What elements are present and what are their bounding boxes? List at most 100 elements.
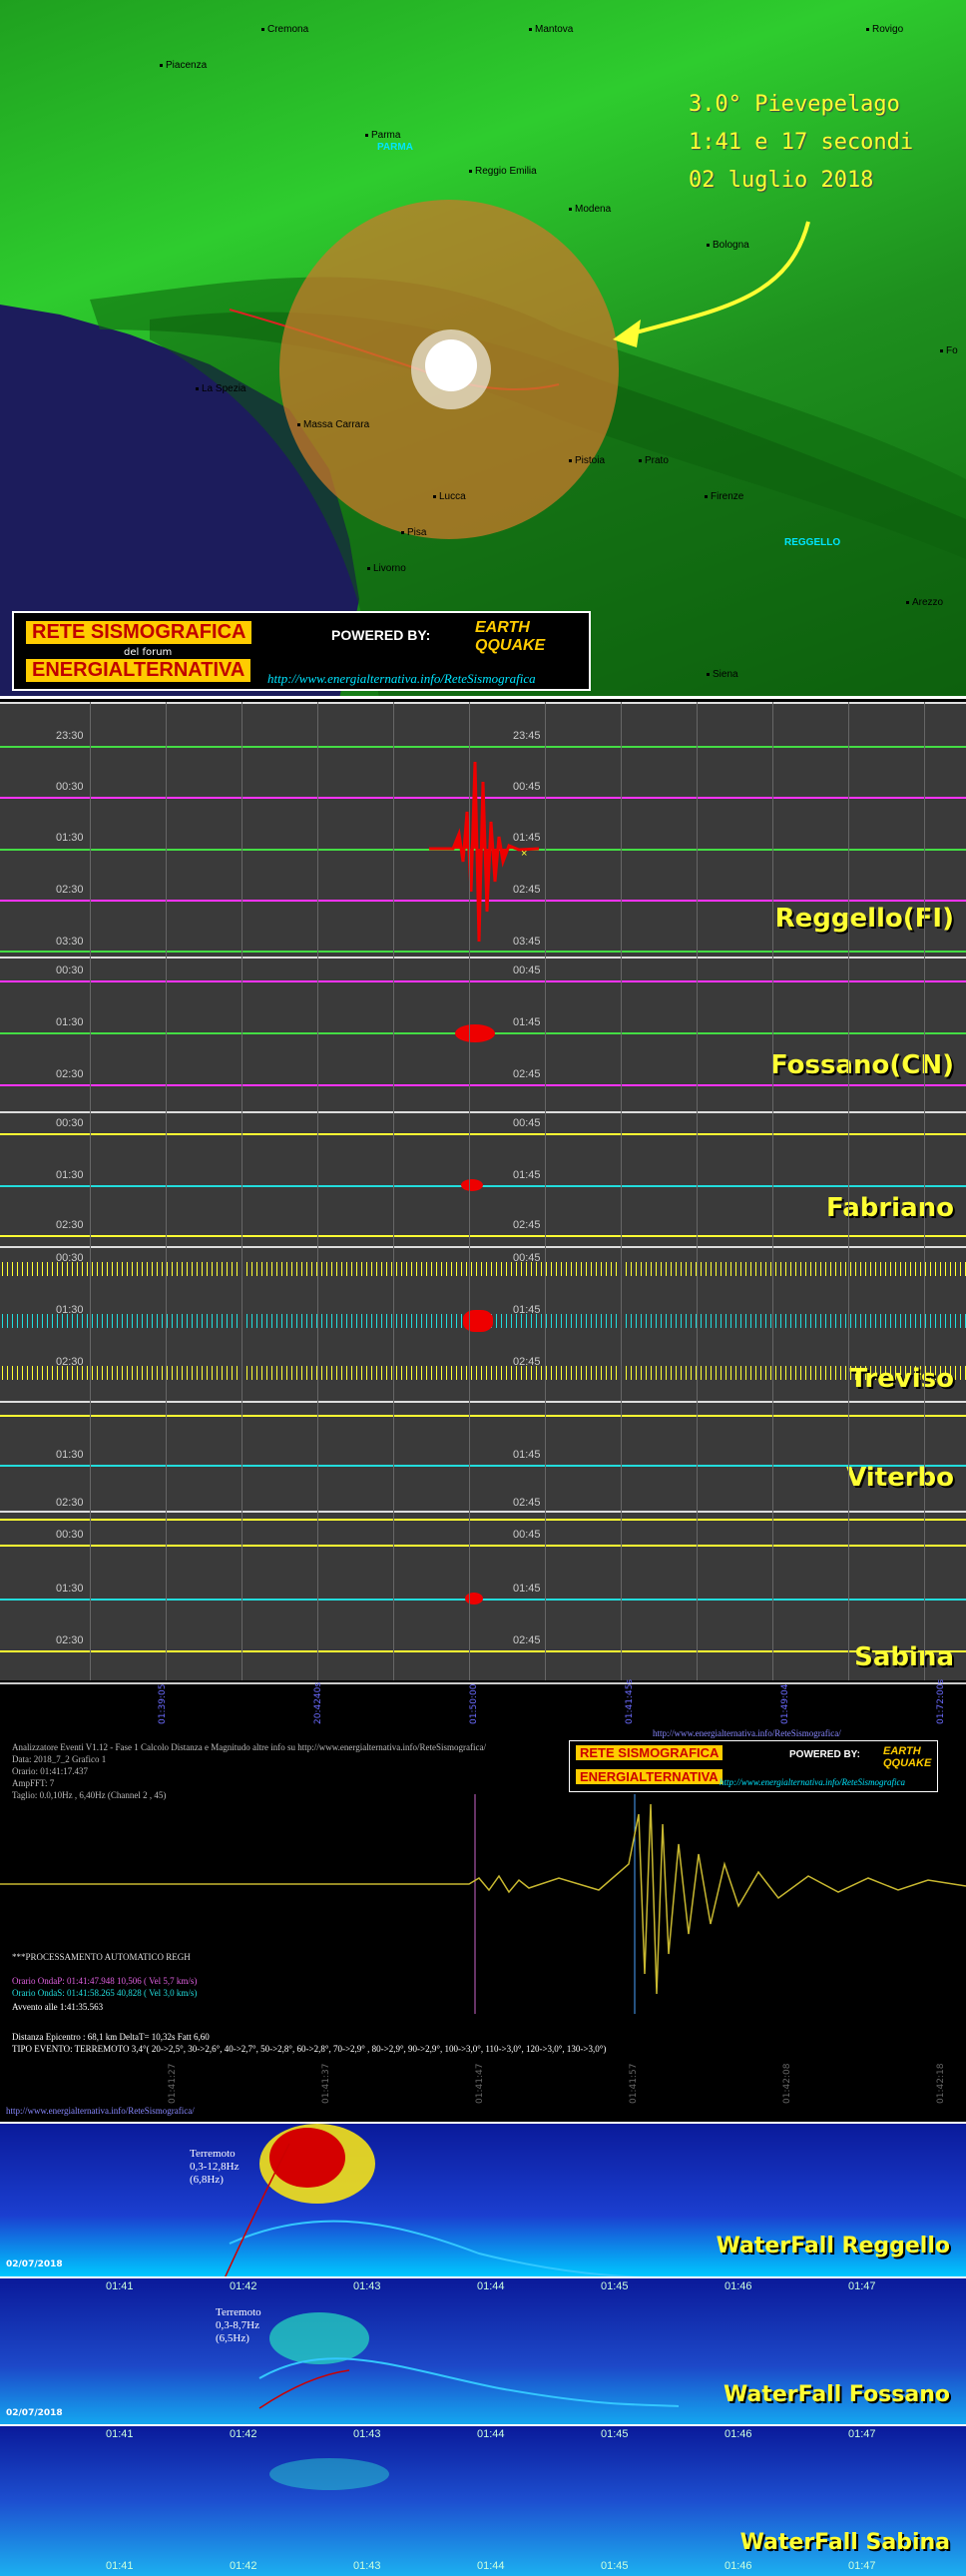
onset-time: Avvento alle 1:41:35.563 bbox=[12, 2002, 104, 2012]
trace-line bbox=[0, 1262, 966, 1276]
event-cross-icon: × bbox=[521, 848, 528, 860]
time-label: 02:30 bbox=[56, 1634, 84, 1646]
tick-label: 01:41:37 bbox=[321, 2063, 331, 2104]
trace-line bbox=[0, 1465, 966, 1467]
time-label: 00:30 bbox=[56, 965, 84, 976]
waterfall-date: 02/07/2018 bbox=[6, 2408, 63, 2418]
tick-label: 01:41:45s bbox=[625, 1678, 635, 1724]
processing-status: ***PROCESSAMENTO AUTOMATICO REGH bbox=[12, 1952, 191, 1962]
time-label: 01:45 bbox=[513, 1449, 541, 1461]
tick-label: 01:41:27 bbox=[168, 2063, 178, 2104]
trace-line bbox=[0, 1599, 966, 1601]
tick-label: 01:72:00s bbox=[936, 1678, 946, 1724]
quake-burst bbox=[461, 1179, 483, 1191]
city-label: Piacenza bbox=[160, 60, 207, 71]
panel-sabina: 00:30 01:30 02:30 00:45 01:45 02:45 Sabi… bbox=[0, 1511, 966, 1680]
network-logo-small: RETE SISMOGRAFICA ENERGIALTERNATIVA POWE… bbox=[569, 1740, 938, 1792]
trace-line bbox=[0, 1415, 966, 1417]
time-label: 00:30 bbox=[56, 1529, 84, 1541]
waterfall-label: WaterFall Reggello bbox=[716, 2234, 950, 2258]
logo-line1: RETE SISMOGRAFICA bbox=[26, 621, 252, 644]
tick-label: 01:42:08 bbox=[782, 2063, 792, 2104]
time-label: 00:30 bbox=[56, 781, 84, 793]
time-label: 01:30 bbox=[56, 832, 84, 844]
panel-fossano: 00:30 01:30 02:30 00:45 01:45 02:45 Foss… bbox=[0, 957, 966, 1111]
time-label: 02:45 bbox=[513, 1497, 541, 1509]
time-label: 00:45 bbox=[513, 1529, 541, 1541]
logo-line2: del forum bbox=[124, 647, 173, 658]
waterfall-fossano: 01:41 01:42 01:43 01:44 01:45 01:46 01:4… bbox=[0, 2276, 966, 2424]
panel-fabriano: 00:30 01:30 02:30 00:45 01:45 02:45 Fabr… bbox=[0, 1111, 966, 1246]
quake-burst bbox=[429, 761, 539, 943]
event-title: 3.0° Pievepelago bbox=[689, 92, 900, 117]
url-top: http://www.energialternativa.info/ReteSi… bbox=[653, 1728, 841, 1738]
trace-line bbox=[0, 1650, 966, 1652]
quake-burst bbox=[455, 1024, 495, 1042]
time-label: 01:45 bbox=[513, 1583, 541, 1595]
logo-url: http://www.energialternativa.info/ReteSi… bbox=[267, 671, 536, 686]
waterfall-sabina: 01:41 01:42 01:43 01:44 01:45 01:46 01:4… bbox=[0, 2424, 966, 2576]
event-date: 02 luglio 2018 bbox=[689, 168, 874, 193]
epicenter-marker bbox=[425, 339, 477, 391]
trace-line bbox=[0, 1133, 966, 1135]
tick-label: 01:50:00 bbox=[469, 1683, 479, 1724]
city-label: Livorno bbox=[367, 563, 406, 574]
time-label: 02:30 bbox=[56, 884, 84, 896]
city-label: Firenze bbox=[705, 491, 743, 502]
time-label: 00:45 bbox=[513, 1117, 541, 1129]
time-label: 02:45 bbox=[513, 1219, 541, 1231]
powered-by-label: POWERED BY: bbox=[331, 627, 431, 643]
time-label: 01:45 bbox=[513, 1016, 541, 1028]
tick-label: 01:45 bbox=[601, 2560, 629, 2572]
station-label: Fossano(CN) bbox=[769, 1050, 954, 1080]
city-label: REGGELLO bbox=[784, 537, 841, 548]
analyzer-header: Analizzatore Eventi V1.12 - Fase 1 Calco… bbox=[12, 1742, 486, 1752]
time-label: 01:30 bbox=[56, 1016, 84, 1028]
url-bottom: http://www.energialternativa.info/ReteSi… bbox=[6, 2106, 195, 2116]
tick-label: 01:41:47 bbox=[475, 2063, 485, 2104]
s-wave-time: Orario OndaS: 01:41:58.265 40,828 ( Vel … bbox=[12, 1988, 198, 1998]
tick-label: 01:42:18 bbox=[936, 2063, 946, 2104]
tick-label: 01:42 bbox=[230, 2560, 257, 2572]
time-label: 01:30 bbox=[56, 1583, 84, 1595]
waterfall-reggello: Terremoto 0,3-12,8Hz (6,8Hz) 02/07/2018 Wa… bbox=[0, 2122, 966, 2276]
city-label: PARMA bbox=[377, 142, 413, 153]
time-label: 01:30 bbox=[56, 1169, 84, 1181]
waterfall-label: WaterFall Sabina bbox=[739, 2530, 950, 2555]
station-label: Viterbo bbox=[846, 1463, 954, 1493]
tick-label: 01:43 bbox=[353, 2560, 381, 2572]
station-label: Reggello(FI) bbox=[774, 904, 954, 934]
event-time: 1:41 e 17 secondi bbox=[689, 130, 914, 155]
waterfall-label: WaterFall Fossano bbox=[723, 2382, 950, 2407]
tick-label: 01:44 bbox=[477, 2560, 505, 2572]
p-wave-time: Orario OndaP: 01:41:47.948 10,506 ( Vel … bbox=[12, 1976, 198, 1986]
event-analysis-panel: 01:39:05 20:4240s 01:50:00 01:41:45s 01:… bbox=[0, 1678, 966, 2122]
city-label: Pisa bbox=[401, 527, 426, 538]
quake-burst bbox=[463, 1310, 493, 1332]
quake-annotation: Terremoto 0,3-8,7Hz (6,5Hz) bbox=[216, 2306, 261, 2344]
seismogram-panels: 23:30 00:30 01:30 02:30 03:30 23:45 00:4… bbox=[0, 702, 966, 1680]
city-label: Cremona bbox=[261, 24, 308, 35]
time-label: 23:30 bbox=[56, 730, 84, 742]
epicenter-map: Cremona Mantova Rovigo Piacenza Parma PA… bbox=[0, 0, 966, 699]
city-label: Fo bbox=[940, 345, 958, 356]
time-label: 23:45 bbox=[513, 730, 541, 742]
city-label: Massa Carrara bbox=[297, 419, 369, 430]
trace-line bbox=[0, 1545, 966, 1547]
time-label: 02:45 bbox=[513, 1068, 541, 1080]
city-label: Bologna bbox=[707, 240, 749, 251]
city-label: Prato bbox=[639, 455, 669, 466]
quake-annotation: Terremoto 0,3-12,8Hz (6,8Hz) bbox=[190, 2148, 240, 2186]
waterfall-date: 02/07/2018 bbox=[6, 2259, 63, 2269]
time-label: 01:45 bbox=[513, 1169, 541, 1181]
city-label: Siena bbox=[707, 669, 738, 680]
city-label: Modena bbox=[569, 204, 611, 215]
tick-label: 01:41 bbox=[106, 2560, 134, 2572]
tick-label: 01:49:04 bbox=[780, 1683, 790, 1724]
panel-treviso: 00:30 01:30 02:30 00:45 01:45 02:45 Trev… bbox=[0, 1246, 966, 1401]
city-label: Mantova bbox=[529, 24, 573, 35]
panel-reggello: 23:30 00:30 01:30 02:30 03:30 23:45 00:4… bbox=[0, 702, 966, 957]
tick-label: 01:41:57 bbox=[629, 2063, 639, 2104]
network-logo: RETE SISMOGRAFICA del forum ENERGIALTERN… bbox=[12, 611, 591, 691]
trace-line bbox=[0, 1185, 966, 1187]
